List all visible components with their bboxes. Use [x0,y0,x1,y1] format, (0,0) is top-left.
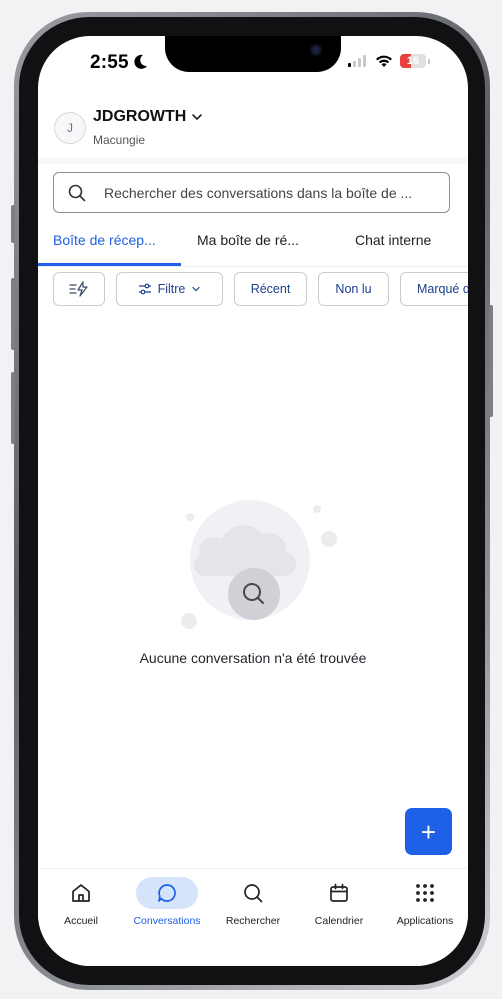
empty-state-illustration [181,500,337,629]
tab-inbox[interactable]: Boîte de récep... [53,232,156,248]
nav-item-search[interactable]: Rechercher [210,877,296,927]
home-icon [72,884,90,902]
empty-state-message: Aucune conversation n'a été trouvée [139,650,367,666]
wifi-icon [376,55,392,67]
filter-label: Filtre [157,282,186,296]
recent-filter-chip[interactable]: Récent [234,272,307,306]
cellular-signal-icon [348,55,366,67]
nav-icon-container [50,877,112,909]
search-input[interactable] [104,173,439,212]
calendar-icon [330,883,348,902]
front-camera [310,44,322,56]
status-icons: 16 [348,54,430,68]
battery-tip [428,58,430,64]
inbox-tabs: Boîte de récep... Ma boîte de ré... Chat… [38,222,468,267]
account-location: Macungie [93,133,146,147]
bottom-navigation: Accueil Conversations Rechercher Calendr… [38,868,468,966]
nav-item-applications[interactable]: Applications [382,877,468,927]
battery-level: 16 [406,55,420,67]
battery-indicator: 16 [400,54,426,68]
nav-item-calendar[interactable]: Calendrier [296,877,382,927]
filter-chips: Filtre Récent Non lu Marqué d [38,272,468,308]
starred-filter-chip[interactable]: Marqué d [400,272,468,306]
silent-switch [11,205,15,243]
nav-icon-container [136,877,198,909]
nav-label-search: Rechercher [225,915,281,927]
dynamic-island-notch [165,36,341,72]
nav-icon-container [394,877,456,909]
search-bar[interactable] [53,172,450,213]
nav-label-conversations: Conversations [133,915,201,927]
app-screen: 2:55 16 J JDGROWTH Macungie Rechercher d… [38,36,468,966]
apps-grid-icon [416,884,434,902]
quick-filter-button[interactable] [53,272,105,306]
filter-button[interactable]: Filtre [116,272,223,306]
volume-down-button [11,372,15,444]
status-time: 2:55 [90,52,129,73]
header-divider [38,158,468,164]
unread-filter-chip[interactable]: Non lu [318,272,389,306]
lightning-sort-icon [69,281,88,297]
new-conversation-button[interactable]: + [405,808,452,855]
active-tab-indicator [38,263,181,266]
power-button [489,305,493,417]
nav-item-home[interactable]: Accueil [38,877,124,927]
avatar[interactable]: J [54,112,86,144]
account-name[interactable]: JDGROWTH [93,108,186,126]
nav-label-applications: Applications [396,915,454,927]
nav-label-calendar: Calendrier [314,915,364,927]
nav-icon-container [222,877,284,909]
search-icon [68,184,86,202]
sliders-icon [138,283,151,295]
tab-my-inbox[interactable]: Ma boîte de ré... [197,232,299,248]
moon-icon [134,54,147,69]
chat-bubble-icon [158,884,176,902]
volume-up-button [11,278,15,350]
nav-label-home: Accueil [64,915,98,927]
nav-icon-container [308,877,370,909]
search-icon [244,884,263,903]
nav-item-conversations[interactable]: Conversations [124,877,210,927]
chevron-down-icon[interactable] [190,110,204,124]
tab-internal-chat[interactable]: Chat interne [355,232,431,248]
chevron-down-icon [192,286,200,292]
